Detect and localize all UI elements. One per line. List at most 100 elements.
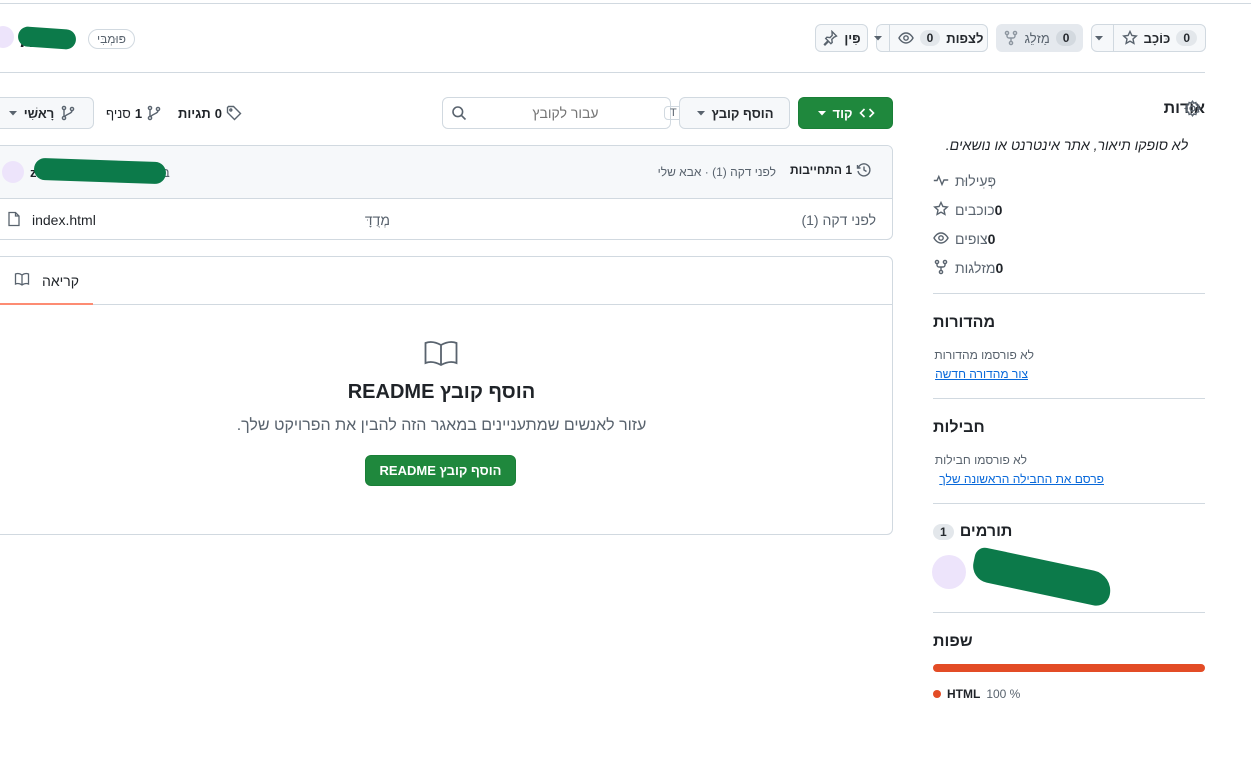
file-search-input[interactable] [475,105,656,121]
redaction-mark [969,545,1115,609]
caret-down-icon [873,33,883,43]
commits-history-link[interactable]: 1 התחייבות [790,162,872,178]
caret-down-icon [696,108,706,118]
gear-icon[interactable] [1184,100,1201,117]
pulse-icon [933,172,949,188]
file-icon [6,211,22,227]
activity-link[interactable]: פְּעִילוּת [955,173,996,189]
star-button[interactable]: 0 כּוֹכָב [1091,24,1206,52]
tag-icon [226,105,242,121]
pin-icon [822,30,839,46]
branches-count: 1 [134,105,143,121]
file-time: לפני דקה (1) [801,212,876,228]
watch-dropdown[interactable] [873,33,883,43]
tags-count: 0 [214,105,222,121]
forks-label: מזלגות [955,260,996,276]
sidebar-divider [933,398,1205,399]
branch-label: רָאשִׁי [23,105,55,121]
sidebar-divider [933,293,1205,294]
star-count: 0 [1176,30,1197,46]
code-button[interactable]: קוד [798,97,893,129]
stars-link[interactable]: 0 כוכבים [955,202,1002,218]
language-color-dot [933,690,941,698]
file-search[interactable]: T [442,97,683,129]
releases-title[interactable]: מהדורות [933,314,1205,332]
branch-selector[interactable]: רָאשִׁי [0,97,94,129]
star-main[interactable]: 0 כּוֹכָב [1112,25,1205,51]
branches-link[interactable]: 1 סניף [106,105,162,121]
contributors-heading[interactable]: תורמים 1 [933,523,1012,541]
pin-button[interactable]: פִּין [815,24,868,52]
add-file-label: הוסף קובץ [711,105,774,121]
watchers-label: צופים [955,231,988,247]
sidebar-divider [933,503,1205,504]
redaction-mark [17,26,77,50]
star-label: כּוֹכָב [1143,30,1171,46]
fork-button[interactable]: 0 מַזלֵג [996,24,1083,52]
tags-link[interactable]: 0 תגיות [178,105,242,121]
about-description: לא סופקו תיאור, אתר אינטרנט או נושאים. [945,137,1188,153]
stars-count: 0 [994,202,1003,218]
branch-icon [146,105,162,121]
owner-avatar[interactable] [0,26,14,48]
visibility-badge: פּוּמְבִּי [88,29,135,49]
commits-label: 1 התחייבות [790,163,853,177]
add-file-button[interactable]: הוסף קובץ [679,97,790,129]
contributor-avatar[interactable] [932,555,966,589]
commit-author-avatar[interactable] [2,161,24,183]
caret-down-icon [8,108,18,118]
packages-title[interactable]: חבילות [933,419,1205,437]
eye-icon [897,30,914,46]
book-icon [424,340,458,366]
book-icon [14,271,30,287]
top-border [0,3,1251,4]
watchers-count: 0 [987,231,996,247]
packages-empty: לא פורסמו חבילות [934,453,1027,467]
about-title: אודות [1163,100,1205,117]
watch-button[interactable]: לצפות 0 [873,24,988,52]
readme-title: הוסף קובץ README [347,381,536,403]
readme-tab-label: קריאה [41,273,80,289]
eye-icon [933,230,949,246]
contributors-title: תורמים [959,523,1013,540]
star-icon [1121,30,1138,46]
language-name: HTML [947,687,981,701]
fork-label: מַזלֵג [1024,30,1050,46]
watch-label: לצפות [946,30,984,46]
watch-count: 0 [919,30,941,46]
branch-icon [60,105,76,121]
tags-label: תגיות [178,105,211,121]
commit-meta[interactable]: לפני דקה (1) · אבא שלי [600,165,776,179]
releases-title-text: מהדורות [933,314,996,331]
forks-count: 0 [995,260,1004,276]
fork-icon [1003,30,1019,46]
releases-empty: לא פורסמו מהדורות [934,348,1034,362]
stars-label: כוכבים [955,202,995,218]
caret-down-icon [817,108,827,118]
branches-label: סניף [106,105,131,121]
add-readme-button[interactable]: הוסף קובץ README [365,455,516,486]
watch-main[interactable]: לצפות 0 [888,25,992,51]
language-percent: 100 % [986,687,1021,701]
star-icon [933,201,949,217]
code-icon [858,105,875,121]
packages-title-text: חבילות [933,419,985,436]
readme-divider [0,304,893,305]
fork-icon [933,259,949,275]
file-commit-message[interactable]: מְדֻדָּ [320,212,390,228]
forks-link[interactable]: 0 מזלגות [955,260,1003,276]
language-html[interactable]: HTML 100 % [933,687,1020,701]
pin-label: פִּין [844,30,861,46]
readme-tab[interactable]: קריאה [0,271,93,305]
star-dropdown[interactable] [1092,33,1107,43]
contributors-count: 1 [933,524,954,540]
sidebar-divider [933,612,1205,613]
file-name[interactable]: index.html [32,212,96,228]
create-release-link[interactable]: צור מהדורה חדשה [933,367,1028,381]
history-icon [856,162,872,178]
publish-package-link[interactable]: פרסם את החבילה הראשונה שלך [933,472,1104,486]
watchers-link[interactable]: 0 צופים [955,231,995,247]
readme-description: עזור לאנשים שמתעניינים במאגר הזה להבין א… [236,417,647,434]
code-label: קוד [832,105,853,121]
caret-down-icon [1094,33,1104,43]
